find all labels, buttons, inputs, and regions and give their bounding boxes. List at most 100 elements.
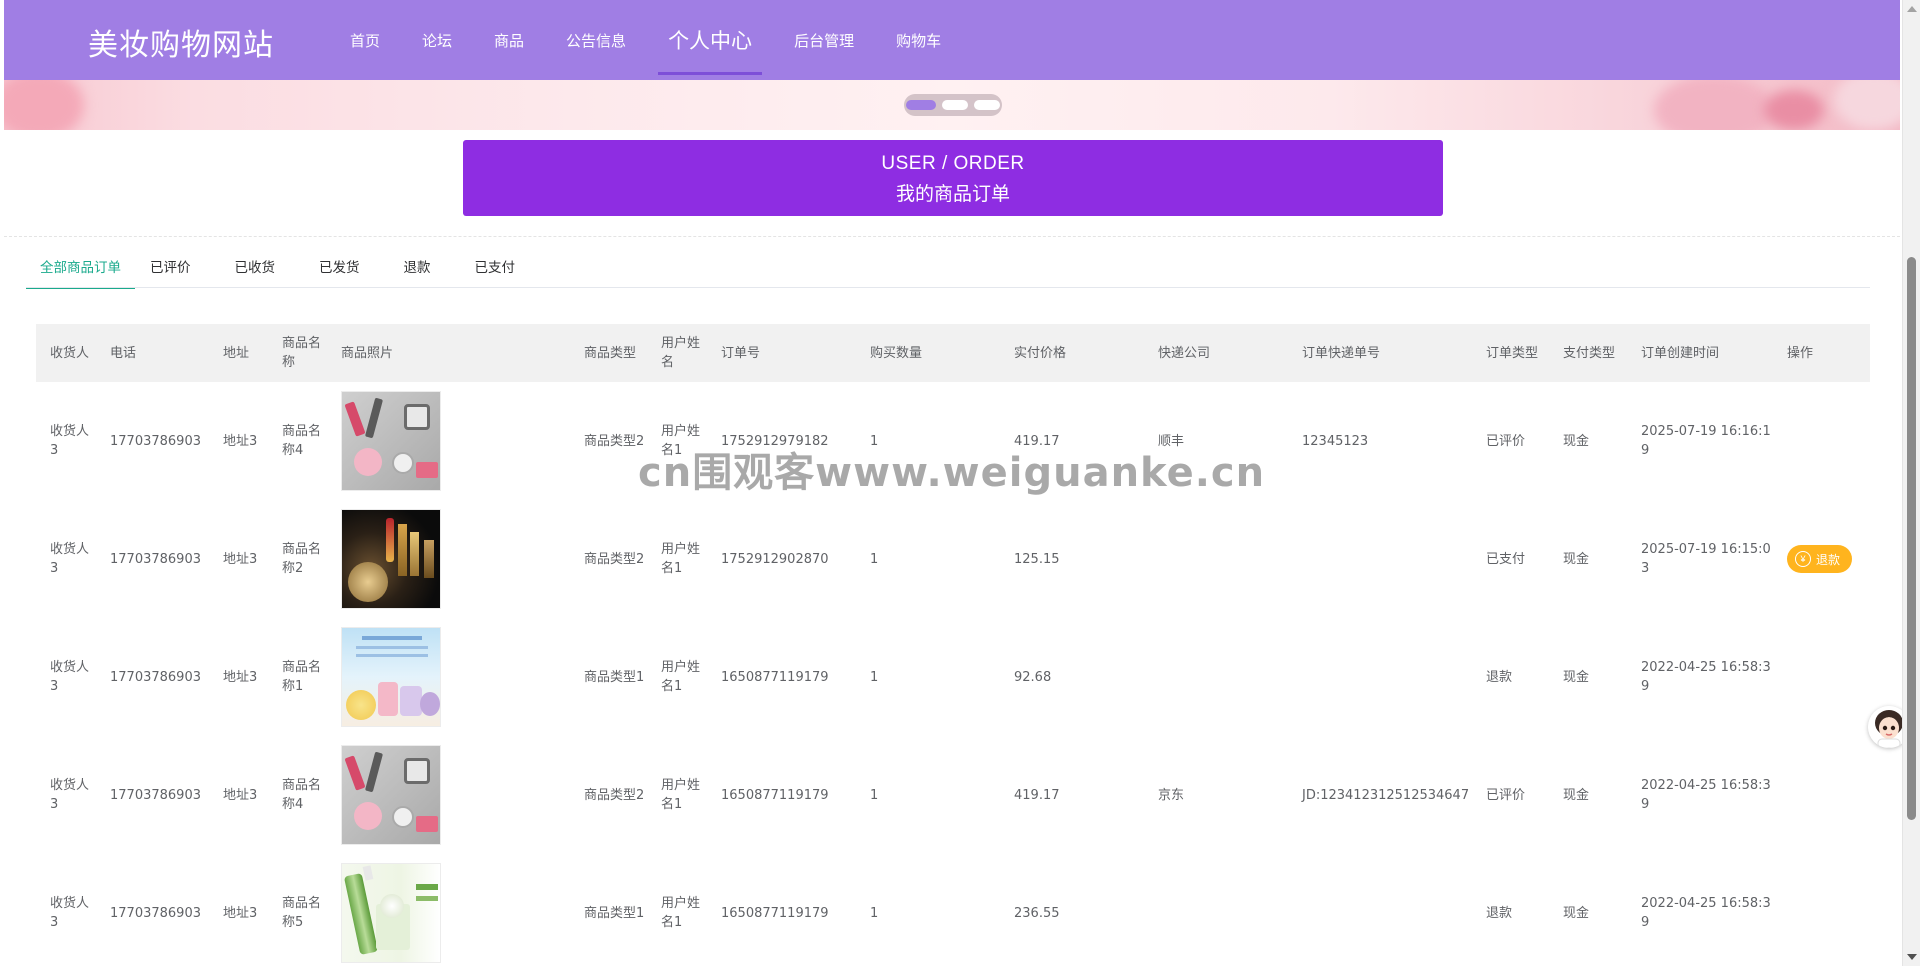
- assistant-avatar[interactable]: [1868, 706, 1902, 748]
- table-row: 收货人3 17703786903 地址3 商品名称2 商品类型2 用户姓名1 1…: [36, 500, 1870, 618]
- page-title: USER / ORDER 我的商品订单: [463, 140, 1443, 216]
- cell-receiver: 收货人3: [50, 778, 90, 812]
- tab-paid[interactable]: 已支付: [461, 252, 530, 289]
- tab-shipped[interactable]: 已发货: [305, 252, 374, 289]
- refund-button[interactable]: ¥ 退款: [1787, 545, 1853, 573]
- cell-user-name: 用户姓名1: [661, 660, 701, 694]
- cell-product-type: 商品类型1: [584, 905, 645, 921]
- cell-phone: 17703786903: [110, 551, 201, 567]
- perfume-icon: [341, 627, 441, 727]
- cell-receiver: 收货人3: [50, 542, 90, 576]
- col-address: 地址: [223, 345, 250, 361]
- tab-refund[interactable]: 退款: [390, 252, 445, 289]
- scroll-up-icon[interactable]: [1907, 6, 1917, 12]
- yen-icon: ¥: [1795, 551, 1811, 567]
- scrollbar-thumb[interactable]: [1907, 257, 1916, 820]
- lipstick-icon: [341, 509, 441, 609]
- cell-user-name: 用户姓名1: [661, 896, 701, 930]
- col-price: 实付价格: [1014, 345, 1067, 361]
- cell-phone: 17703786903: [110, 433, 201, 449]
- tab-all-orders[interactable]: 全部商品订单: [26, 252, 135, 289]
- cell-address: 地址3: [223, 433, 258, 449]
- nav-cart[interactable]: 购物车: [875, 0, 962, 80]
- cell-price: 419.17: [1014, 787, 1060, 803]
- cell-tracking: [1288, 854, 1472, 966]
- cell-product-type: 商品类型2: [584, 787, 645, 803]
- col-product-photo: 商品照片: [341, 345, 394, 361]
- cell-order-no: 1650877119179: [721, 669, 829, 685]
- table-row: 收货人3 17703786903 地址3 商品名称5 商品类型1 用户姓名1 1…: [36, 854, 1870, 966]
- cell-created: 2025-07-19 16:16:19: [1641, 424, 1771, 458]
- divider: [4, 236, 1900, 237]
- tabs-divider: [26, 287, 1870, 288]
- cell-address: 地址3: [223, 787, 258, 803]
- cell-created: 2022-04-25 16:58:39: [1641, 660, 1771, 694]
- cell-price: 419.17: [1014, 433, 1060, 449]
- cell-order-no: 1650877119179: [721, 905, 829, 921]
- col-courier: 快递公司: [1158, 345, 1211, 361]
- cell-order-status: 已评价: [1486, 433, 1526, 449]
- cell-quantity: 1: [870, 787, 879, 803]
- cell-product-photo: [327, 736, 570, 854]
- tab-received[interactable]: 已收货: [221, 252, 290, 289]
- cell-phone: 17703786903: [110, 787, 201, 803]
- tab-reviewed[interactable]: 已评价: [136, 252, 205, 289]
- order-tabs: 全部商品订单 已评价 已收货 已发货 退款 已支付: [26, 252, 545, 289]
- carousel-dot[interactable]: [942, 100, 968, 110]
- nav-forum[interactable]: 论坛: [401, 0, 473, 80]
- nav-products[interactable]: 商品: [473, 0, 545, 80]
- cell-courier: 京东: [1158, 787, 1185, 803]
- col-created: 订单创建时间: [1641, 345, 1720, 361]
- cell-order-no: 1650877119179: [721, 787, 829, 803]
- cell-actions: [1773, 382, 1870, 500]
- cell-created: 2022-04-25 16:58:39: [1641, 896, 1771, 930]
- cell-product-name: 商品名称1: [282, 660, 322, 694]
- carousel-indicators: [904, 94, 1002, 116]
- cell-receiver: 收货人3: [50, 424, 90, 458]
- cell-product-name: 商品名称5: [282, 896, 322, 930]
- col-order-no: 订单号: [721, 345, 761, 361]
- cell-product-photo: [327, 500, 570, 618]
- cell-pay-type: 现金: [1563, 669, 1590, 685]
- scroll-down-icon[interactable]: [1907, 954, 1917, 960]
- cell-quantity: 1: [870, 433, 879, 449]
- top-navbar: 美妆购物网站 首页 论坛 商品 公告信息 个人中心 后台管理 购物车: [4, 0, 1900, 80]
- cell-pay-type: 现金: [1563, 905, 1590, 921]
- cell-product-name: 商品名称4: [282, 778, 322, 812]
- table-header: 收货人 电话 地址 商品名称 商品照片 商品类型 用户姓名 订单号 购买数量 实…: [36, 324, 1870, 382]
- cell-receiver: 收货人3: [50, 660, 90, 694]
- cell-courier: 顺丰: [1158, 433, 1185, 449]
- nav-home[interactable]: 首页: [329, 0, 401, 80]
- cell-order-no: 1752912902870: [721, 551, 829, 567]
- site-logo[interactable]: 美妆购物网站: [88, 20, 274, 64]
- cell-quantity: 1: [870, 905, 879, 921]
- cell-user-name: 用户姓名1: [661, 778, 701, 812]
- cell-order-status: 退款: [1486, 905, 1513, 921]
- cell-order-status: 已支付: [1486, 551, 1526, 567]
- nav-announcements[interactable]: 公告信息: [545, 0, 647, 80]
- cell-product-type: 商品类型1: [584, 669, 645, 685]
- cell-phone: 17703786903: [110, 669, 201, 685]
- nav-personal-center[interactable]: 个人中心: [658, 0, 763, 80]
- cell-product-type: 商品类型2: [584, 433, 645, 449]
- carousel-dot[interactable]: [906, 100, 936, 110]
- cell-actions: [1773, 618, 1870, 736]
- cell-receiver: 收货人3: [50, 896, 90, 930]
- orders-table: 收货人 电话 地址 商品名称 商品照片 商品类型 用户姓名 订单号 购买数量 实…: [36, 324, 1870, 966]
- skincare-icon: [341, 863, 441, 963]
- cosmetics-set-icon: [341, 391, 441, 491]
- cell-product-name: 商品名称2: [282, 542, 322, 576]
- nav-admin[interactable]: 后台管理: [773, 0, 875, 80]
- cell-pay-type: 现金: [1563, 787, 1590, 803]
- col-actions: 操作: [1787, 345, 1814, 361]
- cell-price: 236.55: [1014, 905, 1060, 921]
- cell-price: 125.15: [1014, 551, 1060, 567]
- cell-product-photo: [327, 618, 570, 736]
- page-scrollbar[interactable]: [1902, 0, 1920, 966]
- cell-quantity: 1: [870, 669, 879, 685]
- carousel-dot[interactable]: [974, 100, 1000, 110]
- col-product-type: 商品类型: [584, 345, 637, 361]
- col-user-name: 用户姓名: [661, 336, 701, 370]
- page-title-en: USER / ORDER: [881, 153, 1025, 174]
- cell-tracking: [1288, 500, 1472, 618]
